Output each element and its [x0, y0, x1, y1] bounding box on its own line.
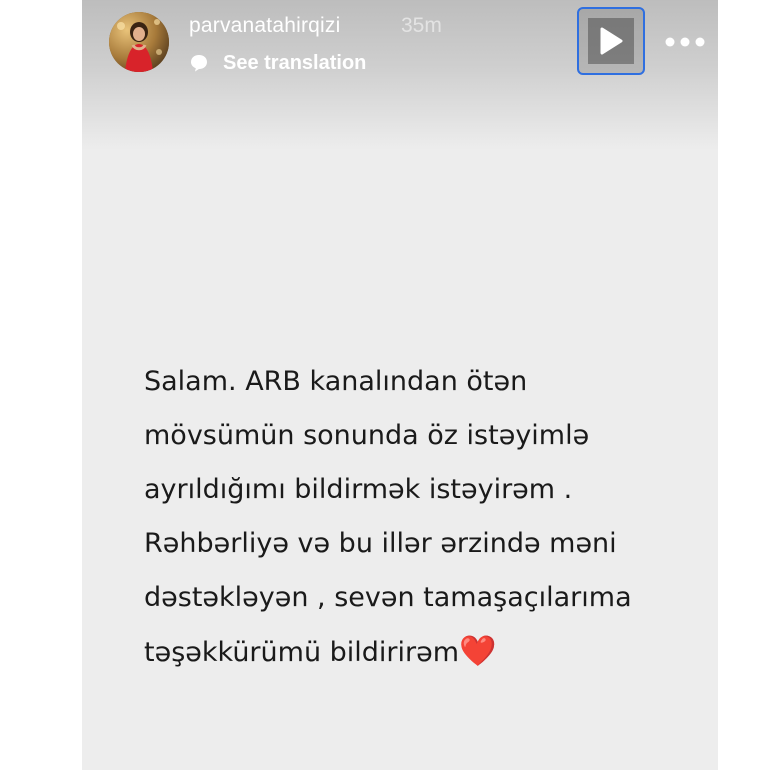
play-button[interactable] — [577, 7, 645, 75]
translate-bubble-icon — [189, 53, 209, 73]
heart-emoji: ❤️ — [459, 634, 497, 669]
message-line: Rəhbərliyə və bu illər ərzində məni — [144, 528, 617, 559]
story-viewer: parvanatahirqizi 35m See translation Sal… — [82, 0, 718, 770]
username[interactable]: parvanatahirqizi — [189, 14, 340, 38]
story-message: Salam. ARB kanalından ötən mövsümün sonu… — [144, 355, 704, 680]
see-translation-link[interactable]: See translation — [189, 50, 366, 76]
avatar-image — [109, 12, 169, 72]
play-button-surface — [588, 18, 634, 64]
see-translation-label: See translation — [223, 51, 367, 74]
message-line: Salam. ARB kanalından ötən — [144, 366, 528, 397]
message-line: ayrıldığımı bildirmək istəyirəm . — [144, 474, 573, 505]
message-line: dəstəkləyən , sevən tamaşaçılarıma — [144, 582, 632, 613]
play-icon — [600, 27, 623, 55]
message-line-last: təşəkkürümü bildirirəm❤️ — [144, 625, 704, 680]
message-line-text: təşəkkürümü bildirirəm — [144, 637, 460, 668]
more-options-button[interactable] — [662, 28, 708, 56]
avatar[interactable] — [109, 12, 169, 72]
timestamp: 35m — [401, 14, 442, 37]
more-options-icon — [665, 37, 705, 47]
message-line: mövsümün sonunda öz istəyimlə — [144, 420, 590, 451]
